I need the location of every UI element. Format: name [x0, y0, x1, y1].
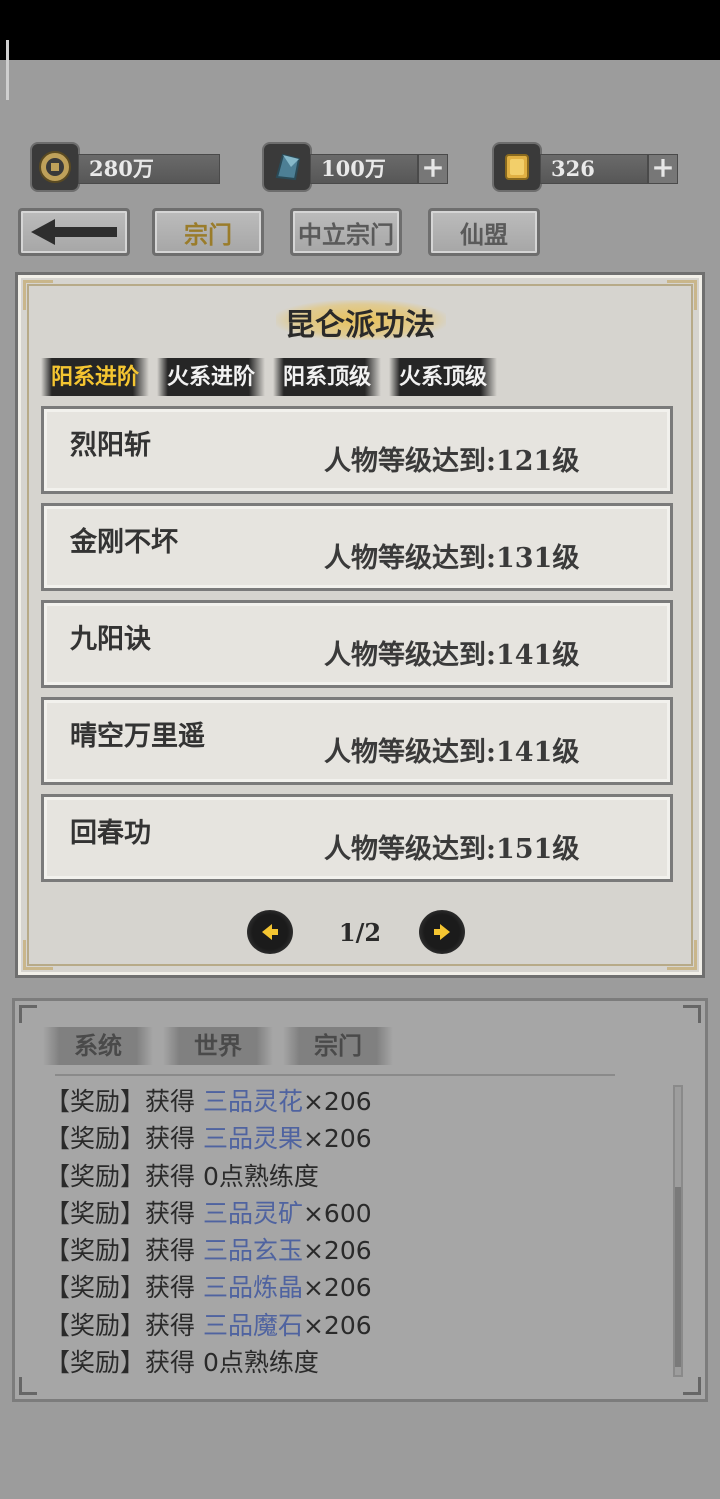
- status-bar: [0, 0, 720, 60]
- message-prefix: 【奖励】获得: [45, 1198, 203, 1228]
- chat-message: 【奖励】获得 三品灵果×206: [45, 1120, 372, 1157]
- reward-item: 三品玄玉: [202, 1236, 303, 1266]
- resource-ingots: 326 +: [492, 142, 680, 192]
- skill-requirement: 人物等级达到:131级: [324, 543, 580, 574]
- skill-name: 金刚不坏: [70, 527, 178, 558]
- chat-scrollbar[interactable]: [673, 1085, 683, 1377]
- skill-list: 烈阳斩 人物等级达到:121级 金刚不坏 人物等级达到:131级 九阳诀 人物等…: [41, 406, 673, 891]
- gold-ingot-icon: [492, 142, 542, 192]
- list-item[interactable]: 回春功 人物等级达到:151级: [41, 794, 673, 882]
- message-prefix: 【奖励】获得: [45, 1236, 203, 1266]
- reward-item: 三品灵花: [202, 1087, 303, 1116]
- chat-tab-sect[interactable]: 宗门: [283, 1027, 393, 1065]
- reward-count: ×206: [302, 1236, 372, 1266]
- corner-ornament: [19, 1377, 37, 1395]
- chat-message: 【奖励】获得 三品炼晶×206: [45, 1269, 372, 1306]
- reward-count: ×206: [302, 1310, 372, 1340]
- message-prefix: 【奖励】获得: [45, 1087, 203, 1116]
- corner-ornament: [683, 1005, 701, 1023]
- coins-value: 280万: [78, 154, 220, 184]
- skills-panel: 昆仑派功法 阳系进阶 火系进阶 阳系顶级 火系顶级 烈阳斩 人物等级达到:121…: [15, 272, 705, 978]
- ingots-value: 326: [540, 154, 648, 184]
- chat-message: 【奖励】获得 三品魔石×206: [45, 1307, 372, 1344]
- reward-count: ×600: [302, 1198, 372, 1228]
- scrollbar-thumb[interactable]: [675, 1187, 681, 1367]
- reward-item: 三品魔石: [202, 1310, 303, 1340]
- chat-tabs: 系统 世界 宗门: [43, 1027, 393, 1065]
- nav-alliance-button[interactable]: 仙盟: [428, 208, 540, 256]
- coin-icon: [30, 142, 80, 192]
- resource-crystals: 100万 +: [262, 142, 450, 192]
- crystal-icon: [262, 142, 312, 192]
- nav-neutral-sect-button[interactable]: 中立宗门: [290, 208, 402, 256]
- list-item[interactable]: 晴空万里遥 人物等级达到:141级: [41, 697, 673, 785]
- reward-item: 三品灵果: [202, 1124, 303, 1154]
- message-prefix: 【奖励】获得: [45, 1310, 203, 1340]
- add-ingots-button[interactable]: +: [648, 154, 678, 184]
- chat-tab-world[interactable]: 世界: [163, 1027, 273, 1065]
- edge-indicator: [6, 40, 9, 100]
- tab-yang-top[interactable]: 阳系顶级: [273, 358, 382, 396]
- message-prefix: 【奖励】获得: [45, 1124, 203, 1154]
- chat-log: 【奖励】获得 三品灵花×206 【奖励】获得 三品灵果×206 【奖励】获得 0…: [45, 1083, 372, 1381]
- message-prefix: 【奖励】获得: [45, 1273, 203, 1303]
- tab-yang-advanced[interactable]: 阳系进阶: [41, 358, 150, 396]
- nav-sect-button[interactable]: 宗门: [152, 208, 264, 256]
- corner-ornament: [19, 1005, 37, 1023]
- panel-title: 昆仑派功法: [285, 308, 435, 343]
- tab-fire-advanced[interactable]: 火系进阶: [157, 358, 266, 396]
- reward-item: 三品炼晶: [202, 1273, 303, 1303]
- reward-item: 三品灵矿: [202, 1198, 303, 1228]
- skill-name: 烈阳斩: [70, 430, 151, 461]
- divider: [55, 1074, 615, 1076]
- tab-fire-top[interactable]: 火系顶级: [389, 358, 498, 396]
- chat-tab-system[interactable]: 系统: [43, 1027, 153, 1065]
- next-page-button[interactable]: [419, 910, 465, 954]
- chat-message: 【奖励】获得 三品灵矿×600: [45, 1195, 372, 1232]
- chat-message: 【奖励】获得 0点熟练度: [45, 1344, 372, 1381]
- pagination: 1/2: [21, 910, 699, 954]
- skill-name: 晴空万里遥: [70, 721, 205, 752]
- list-item[interactable]: 金刚不坏 人物等级达到:131级: [41, 503, 673, 591]
- reward-count: ×206: [302, 1087, 372, 1116]
- chat-message: 【奖励】获得 三品玄玉×206: [45, 1232, 372, 1269]
- list-item[interactable]: 烈阳斩 人物等级达到:121级: [41, 406, 673, 494]
- back-button[interactable]: [18, 208, 130, 256]
- reward-count: ×206: [302, 1124, 372, 1154]
- skill-tabs: 阳系进阶 火系进阶 阳系顶级 火系顶级: [41, 358, 498, 398]
- skill-name: 回春功: [70, 818, 151, 849]
- add-crystals-button[interactable]: +: [418, 154, 448, 184]
- arrow-right-icon: [434, 924, 450, 940]
- skill-name: 九阳诀: [70, 624, 151, 655]
- crystals-value: 100万: [310, 154, 418, 184]
- page-indicator: 1/2: [338, 918, 382, 947]
- skill-requirement: 人物等级达到:151级: [324, 834, 580, 865]
- list-item[interactable]: 九阳诀 人物等级达到:141级: [41, 600, 673, 688]
- corner-ornament: [683, 1377, 701, 1395]
- resource-coins: 280万: [30, 142, 220, 192]
- message-prefix: 【奖励】获得 0点熟练度: [45, 1348, 319, 1378]
- chat-message: 【奖励】获得 0点熟练度: [45, 1158, 372, 1195]
- arrow-left-icon: [31, 219, 117, 245]
- skill-requirement: 人物等级达到:121级: [324, 446, 580, 477]
- skill-requirement: 人物等级达到:141级: [324, 737, 580, 768]
- reward-count: ×206: [302, 1273, 372, 1303]
- skill-requirement: 人物等级达到:141级: [324, 640, 580, 671]
- message-prefix: 【奖励】获得 0点熟练度: [45, 1161, 319, 1191]
- chat-panel: 系统 世界 宗门 【奖励】获得 三品灵花×206 【奖励】获得 三品灵果×206…: [12, 998, 708, 1402]
- chat-message: 【奖励】获得 三品灵花×206: [45, 1083, 372, 1120]
